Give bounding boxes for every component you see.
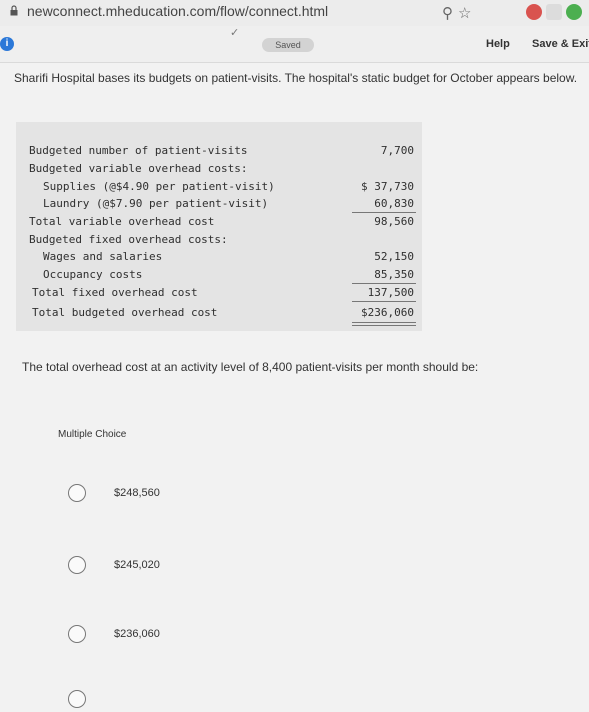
- option-label[interactable]: $248,560: [114, 487, 160, 499]
- app-header: i ✓ Saved Help Save & Exit: [0, 26, 589, 63]
- multiple-choice-label: Multiple Choice: [58, 429, 127, 440]
- row-label: Total budgeted overhead cost: [32, 306, 218, 319]
- browser-address-bar: newconnect.mheducation.com/flow/connect.…: [0, 0, 589, 27]
- question-prompt: The total overhead cost at an activity l…: [22, 360, 479, 374]
- url-text[interactable]: newconnect.mheducation.com/flow/connect.…: [27, 3, 328, 19]
- row-label: Total variable overhead cost: [29, 215, 215, 228]
- row-value: 7,700: [380, 144, 414, 157]
- row-label: Budgeted fixed overhead costs:: [29, 233, 228, 246]
- extension-icon[interactable]: [526, 4, 542, 20]
- saved-status-badge: Saved: [262, 38, 314, 52]
- search-icon[interactable]: ⚲: [442, 4, 453, 22]
- row-label: Occupancy costs: [43, 268, 143, 281]
- row-value: 98,560: [374, 215, 414, 228]
- double-underline: [352, 325, 416, 326]
- table-row: Budgeted variable overhead costs:: [16, 162, 422, 179]
- table-row: Total budgeted overhead cost $236,060: [16, 306, 422, 323]
- answer-option[interactable]: [68, 690, 268, 712]
- answer-option[interactable]: $245,020: [68, 556, 268, 578]
- row-value: 52,150: [374, 250, 414, 263]
- row-label: Supplies (@$4.90 per patient-visit): [43, 180, 275, 193]
- extension-icon[interactable]: [546, 4, 562, 20]
- radio-button[interactable]: [68, 625, 86, 643]
- option-label[interactable]: $245,020: [114, 559, 160, 571]
- table-row: Wages and salaries 52,150: [16, 250, 422, 267]
- double-underline: [352, 322, 416, 323]
- option-label[interactable]: $236,060: [114, 628, 160, 640]
- table-row: Supplies (@$4.90 per patient-visit) $ 37…: [16, 180, 422, 197]
- help-button[interactable]: Help: [486, 38, 510, 50]
- subtotal-underline: [352, 301, 416, 302]
- row-value: 137,500: [367, 286, 414, 299]
- row-value: 85,350: [374, 268, 414, 281]
- radio-button[interactable]: [68, 484, 86, 502]
- row-value: 60,830: [374, 197, 414, 210]
- table-row: Budgeted fixed overhead costs:: [16, 233, 422, 250]
- radio-button[interactable]: [68, 690, 86, 708]
- row-value: $ 37,730: [361, 180, 414, 193]
- question-intro: Sharifi Hospital bases its budgets on pa…: [14, 71, 578, 85]
- row-label: Budgeted variable overhead costs:: [29, 162, 248, 175]
- subtotal-underline: [352, 283, 416, 284]
- row-value: $236,060: [361, 306, 414, 319]
- budget-table: Budgeted number of patient-visits 7,700 …: [16, 122, 422, 331]
- row-label: Laundry (@$7.90 per patient-visit): [43, 197, 269, 210]
- answer-option[interactable]: $236,060: [68, 625, 268, 647]
- subtotal-underline: [352, 212, 416, 213]
- extension-icon[interactable]: [566, 4, 582, 20]
- lock-icon: [10, 5, 18, 16]
- checkmark-icon: ✓: [230, 27, 240, 39]
- table-row: Total variable overhead cost 98,560: [16, 215, 422, 232]
- row-label: Total fixed overhead cost: [32, 286, 198, 299]
- bookmark-star-icon[interactable]: ☆: [458, 4, 471, 22]
- row-label: Wages and salaries: [43, 250, 163, 263]
- table-row: Budgeted number of patient-visits 7,700: [16, 144, 422, 161]
- info-icon[interactable]: i: [0, 37, 14, 51]
- answer-option[interactable]: $248,560: [68, 484, 268, 506]
- save-exit-button[interactable]: Save & Exit: [532, 38, 589, 50]
- row-label: Budgeted number of patient-visits: [29, 144, 248, 157]
- radio-button[interactable]: [68, 556, 86, 574]
